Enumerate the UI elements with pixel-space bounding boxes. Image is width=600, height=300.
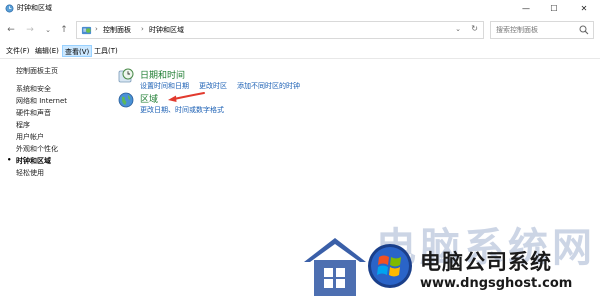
category-links-region: 更改日期、时间或数字格式 bbox=[140, 105, 234, 115]
search-input[interactable]: 搜索控制面板 bbox=[496, 25, 538, 35]
current-item-bullet: • bbox=[7, 156, 12, 164]
link-change-time-zone[interactable]: 更改时区 bbox=[199, 82, 227, 90]
breadcrumb-separator: › bbox=[95, 25, 98, 33]
forward-button[interactable]: → bbox=[24, 25, 36, 35]
title-bar: 时钟和区域 — ☐ ✕ bbox=[0, 0, 600, 17]
watermark: 电脑系统网 电脑公司系统 www.dngsghost.com bbox=[300, 228, 600, 300]
category-title-region[interactable]: 区域 bbox=[140, 92, 158, 105]
breadcrumb-separator: › bbox=[141, 25, 144, 33]
menu-view[interactable]: 查看(V) bbox=[62, 45, 93, 57]
watermark-brand-name: 电脑公司系统 bbox=[420, 250, 552, 274]
menu-bar: 文件(F) 编辑(E) 查看(V) 工具(T) bbox=[0, 44, 600, 58]
control-panel-icon bbox=[81, 26, 92, 35]
menu-file[interactable]: 文件(F) bbox=[4, 45, 32, 57]
address-dropdown-icon[interactable]: ⌄ bbox=[455, 25, 461, 33]
clock-globe-icon bbox=[118, 68, 134, 83]
maximize-button[interactable]: ☐ bbox=[540, 0, 568, 17]
link-set-time-date[interactable]: 设置时间和日期 bbox=[140, 82, 189, 90]
back-button[interactable]: ← bbox=[5, 25, 17, 35]
sidebar-item-label: 时钟和区域 bbox=[16, 157, 51, 165]
sidebar-item-programs[interactable]: 程序 bbox=[16, 120, 30, 130]
sidebar-item-system-security[interactable]: 系统和安全 bbox=[16, 84, 51, 94]
sidebar-item-home[interactable]: 控制面板主页 bbox=[16, 66, 58, 76]
address-bar[interactable]: › 控制面板 › 时钟和区域 ⌄ ↻ bbox=[76, 21, 484, 39]
annotation-arrow-icon bbox=[168, 92, 205, 102]
close-button[interactable]: ✕ bbox=[570, 0, 598, 17]
sidebar-item-network[interactable]: 网络和 Internet bbox=[16, 96, 67, 106]
menu-divider bbox=[0, 58, 600, 59]
link-change-formats[interactable]: 更改日期、时间或数字格式 bbox=[140, 106, 224, 114]
windows-orb-icon bbox=[368, 244, 412, 288]
breadcrumb-control-panel[interactable]: 控制面板 bbox=[103, 25, 131, 35]
breadcrumb-clock-region[interactable]: 时钟和区域 bbox=[149, 25, 184, 35]
watermark-url: www.dngsghost.com bbox=[420, 276, 573, 291]
menu-edit[interactable]: 编辑(E) bbox=[33, 45, 61, 57]
window-title: 时钟和区域 bbox=[17, 4, 52, 12]
sidebar-item-user-accounts[interactable]: 用户帐户 bbox=[16, 132, 44, 142]
refresh-icon[interactable]: ↻ bbox=[471, 24, 478, 33]
sidebar-item-ease-of-access[interactable]: 轻松使用 bbox=[16, 168, 44, 178]
house-logo-icon bbox=[304, 238, 366, 296]
sidebar-item-clock-region[interactable]: • 时钟和区域 bbox=[7, 156, 51, 166]
up-button[interactable]: ↑ bbox=[58, 25, 70, 35]
clock-region-icon bbox=[5, 4, 14, 13]
menu-tools[interactable]: 工具(T) bbox=[92, 45, 120, 57]
recent-locations-button[interactable]: ⌄ bbox=[42, 26, 54, 34]
link-add-clocks[interactable]: 添加不同时区的时钟 bbox=[237, 82, 300, 90]
search-box[interactable]: 搜索控制面板 bbox=[490, 21, 594, 39]
category-title-date-time[interactable]: 日期和时间 bbox=[140, 68, 185, 81]
sidebar-item-hardware-sound[interactable]: 硬件和声音 bbox=[16, 108, 51, 118]
sidebar-item-appearance[interactable]: 外观和个性化 bbox=[16, 144, 58, 154]
search-icon[interactable] bbox=[579, 25, 589, 35]
globe-icon bbox=[118, 92, 134, 108]
minimize-button[interactable]: — bbox=[512, 0, 540, 17]
